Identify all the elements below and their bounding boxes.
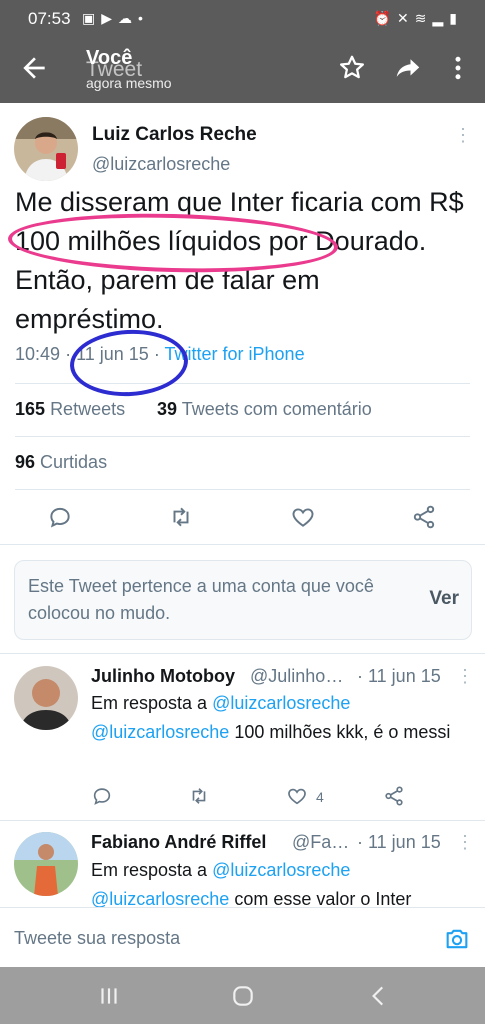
reply-avatar[interactable] — [14, 666, 78, 730]
star-icon[interactable] — [337, 53, 367, 83]
quotes-count: 39 — [157, 399, 178, 419]
retweets-label: Retweets — [50, 399, 126, 419]
reply-author-name[interactable]: Fabiano André Riffel — [91, 832, 266, 853]
divider — [15, 436, 470, 437]
retweet-icon[interactable] — [168, 504, 194, 530]
divider — [0, 820, 485, 821]
reply-icon[interactable] — [47, 504, 73, 530]
cloud-icon: ☁ — [118, 10, 139, 26]
like-count: 4 — [316, 789, 324, 805]
author-name[interactable]: Luiz Carlos Reche — [92, 124, 257, 146]
share-icon[interactable] — [383, 785, 405, 807]
likes-count: 96 — [15, 452, 36, 472]
reply-date[interactable]: · 11 jun 15 — [357, 832, 441, 853]
tweet-time: 10:49 — [15, 344, 61, 364]
reply-prefix: Em resposta a — [91, 693, 208, 713]
reply-text: Em resposta a @luizcarlosreche @luizcarl… — [91, 689, 461, 747]
alarm-icon: ⏰ — [373, 10, 398, 26]
reply-body: 100 milhões kkk, é o messi — [229, 722, 451, 742]
page-subtitle: agora mesmo — [86, 75, 172, 91]
quotes-label: Tweets com comentário — [181, 399, 372, 419]
author-handle[interactable]: @luizcarlosreche — [92, 154, 230, 175]
reply-to-link[interactable]: @luizcarlosreche — [212, 860, 350, 880]
reply-avatar-image — [14, 666, 78, 730]
system-icons: ⏰✕≋▂▮ — [374, 10, 463, 27]
battery-icon: ▮ — [449, 10, 463, 26]
reply-input[interactable]: Tweete sua resposta — [14, 928, 180, 949]
reply-author-name[interactable]: Julinho Motoboy — [91, 666, 235, 687]
reply-more-icon[interactable]: ⋮ — [456, 832, 474, 853]
reply-more-icon[interactable]: ⋮ — [456, 666, 474, 687]
quotes-stat[interactable]: 39 Tweets com comentário — [157, 399, 372, 420]
mute-icon: ✕ — [397, 10, 415, 26]
youtube-icon: ▶ — [101, 10, 119, 26]
likes-label: Curtidas — [40, 452, 108, 472]
avatar[interactable] — [14, 117, 78, 181]
reply-author-handle[interactable]: @Julinho… — [250, 666, 343, 687]
divider — [0, 544, 485, 545]
view-button[interactable]: Ver — [429, 588, 459, 610]
likes-stat[interactable]: 96 Curtidas — [15, 452, 107, 473]
dot-icon: • — [138, 10, 149, 26]
mention-link[interactable]: @luizcarlosreche — [91, 889, 229, 909]
retweets-count: 165 — [15, 399, 46, 419]
recent-apps-icon[interactable] — [96, 983, 122, 1009]
notification-icons: ▣▶☁• — [82, 10, 149, 27]
divider — [0, 653, 485, 654]
reply-to-link[interactable]: @luizcarlosreche — [212, 693, 350, 713]
like-icon[interactable] — [290, 504, 316, 530]
retweets-stat[interactable]: 165 Retweets — [15, 399, 125, 420]
avatar-image — [14, 117, 78, 181]
wifi-icon: ≋ — [414, 10, 433, 26]
status-bar: 07:53 ▣▶☁• ⏰✕≋▂▮ — [0, 0, 485, 36]
image-icon: ▣ — [82, 10, 102, 26]
mention-link[interactable]: @luizcarlosreche — [91, 722, 229, 742]
tweet-more-icon[interactable]: ⋮ — [454, 125, 472, 146]
page-title: Você — [86, 47, 133, 69]
reply-author-handle[interactable]: @Fa… — [292, 832, 349, 853]
app-bar: Tweet Você agora mesmo — [0, 36, 485, 103]
navigation-bar — [0, 967, 485, 1024]
signal-icon: ▂ — [432, 10, 450, 26]
reply-avatar[interactable] — [14, 832, 78, 896]
divider — [15, 489, 470, 490]
share-icon[interactable] — [411, 504, 437, 530]
back-arrow-icon[interactable] — [18, 52, 50, 84]
reply-text: Em resposta a @luizcarlosreche @luizcarl… — [91, 856, 461, 914]
reply-compose-bar[interactable]: Tweete sua resposta — [0, 907, 485, 968]
share-icon[interactable] — [393, 53, 423, 83]
muted-notice: Este Tweet pertence a uma conta que você… — [14, 560, 472, 640]
reply-date[interactable]: · 11 jun 15 — [357, 666, 441, 687]
retweet-icon[interactable] — [188, 785, 210, 807]
like-icon[interactable] — [286, 785, 308, 807]
camera-icon[interactable] — [443, 925, 471, 953]
muted-notice-text: Este Tweet pertence a uma conta que você… — [28, 576, 374, 623]
reply-prefix: Em resposta a — [91, 860, 208, 880]
reply-icon[interactable] — [91, 785, 113, 807]
reply-body: com esse valor o Inter — [229, 889, 412, 909]
home-icon[interactable] — [230, 983, 256, 1009]
more-vertical-icon[interactable] — [443, 53, 473, 83]
reply-avatar-image — [14, 832, 78, 896]
status-time: 07:53 — [28, 9, 71, 28]
back-icon[interactable] — [366, 983, 392, 1009]
